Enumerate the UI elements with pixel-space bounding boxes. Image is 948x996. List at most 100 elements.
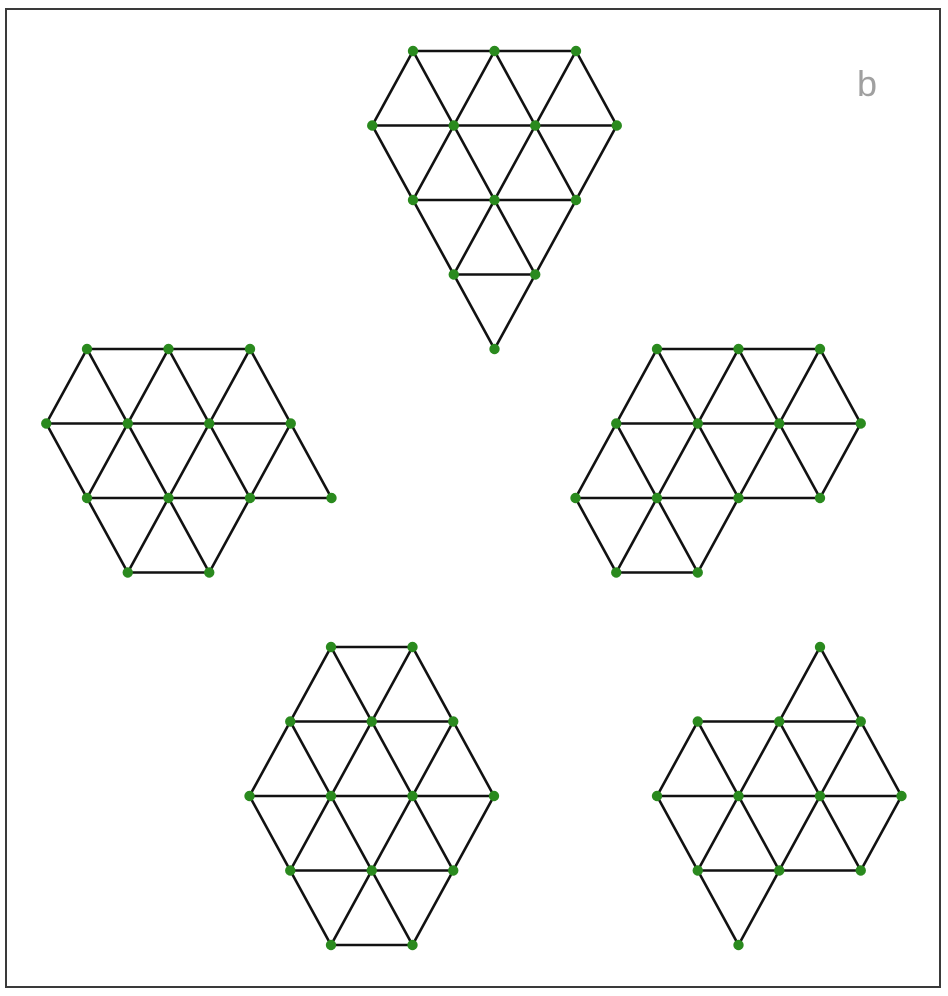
edge [371,124,415,201]
edge [778,646,822,723]
edge [411,199,455,276]
vertex [163,492,174,504]
vertex [774,716,785,727]
edge [737,795,781,872]
edge [452,795,496,872]
edge [655,348,699,425]
vertex [733,790,744,802]
vertex [611,120,622,131]
vertex [407,641,418,653]
edge [289,422,333,499]
edge [859,795,903,872]
edge [411,795,455,872]
edge [574,422,618,499]
edge [248,795,292,872]
edge [85,422,129,499]
graph-middle-left [41,343,337,578]
vertex [570,194,582,206]
edge [126,497,170,574]
vertex [488,790,500,802]
vertex [692,567,703,578]
vertex [325,641,337,653]
edge [289,795,333,872]
edge [737,720,781,797]
graph-bottom-left [244,641,500,951]
edge [370,720,414,797]
vertex [204,418,215,429]
edge [818,795,862,872]
vertex [204,567,215,578]
vertex [285,865,296,876]
vertex [692,716,703,727]
vertex [611,418,622,429]
vertex [285,418,296,429]
edge [370,869,414,946]
edge [696,720,740,797]
edge [696,422,740,499]
vertex [285,716,296,727]
edge [615,497,659,574]
vertex [570,492,581,504]
vertex [733,492,744,504]
vertex [407,194,419,206]
vertex [611,567,622,578]
edge [45,422,89,499]
edge [818,646,862,723]
edge [329,795,373,872]
vertex [448,120,459,131]
edge [493,199,537,276]
edge [329,869,373,946]
vertex [244,343,256,355]
edge [696,869,740,946]
edge [208,348,252,425]
edge [696,795,740,872]
edge [574,50,618,127]
edge [696,497,740,574]
vertex [325,939,337,951]
edge [655,422,699,499]
edge [778,795,822,872]
edge [534,124,578,201]
edge [778,720,822,797]
graph-middle-right [570,343,866,578]
vertex [733,343,744,355]
vertex [489,343,500,355]
vertex [244,492,256,504]
vertex [814,492,826,504]
edge [655,795,699,872]
edge [452,50,496,127]
edge [859,720,903,797]
edge [818,720,862,797]
vertex [41,418,52,429]
vertex [855,865,866,876]
edge [818,348,862,425]
vertex [651,492,663,504]
edge [248,348,292,425]
edge [289,869,333,946]
edge [289,646,333,723]
edge [45,348,89,425]
edge [493,124,537,201]
edge [208,497,252,574]
edge [167,348,211,425]
edge [411,869,455,946]
vertex [733,939,744,951]
vertex [407,939,418,951]
vertex [896,790,907,802]
edge [370,646,414,723]
edge [452,124,496,201]
edge [126,422,170,499]
edge [85,497,129,574]
vertex [651,343,663,355]
edge [534,199,578,276]
vertex [367,120,378,131]
graph-top [367,45,622,355]
vertex [692,865,703,876]
edge [371,50,415,127]
edge [615,348,659,425]
vertex [530,269,541,280]
vertex [325,790,337,802]
vertex [855,716,866,727]
lattice-diagram [41,45,907,951]
edge [655,720,699,797]
